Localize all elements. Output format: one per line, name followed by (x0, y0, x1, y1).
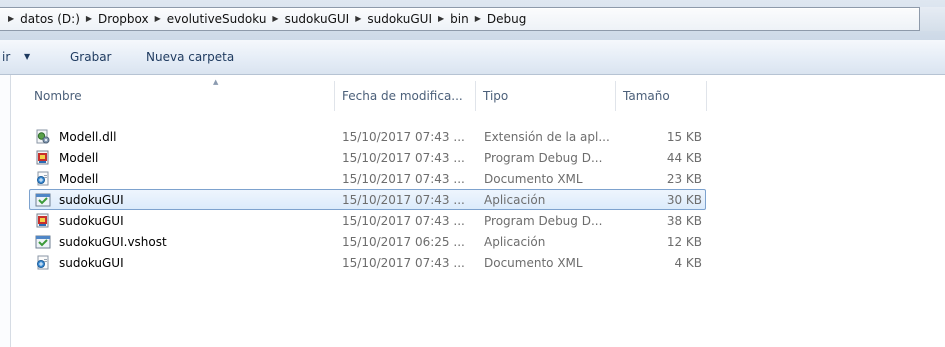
address-bar: ▶ datos (D:) ▶ Dropbox ▶ evolutiveSudoku… (0, 0, 945, 40)
file-size: 38 KB (666, 214, 702, 228)
file-row[interactable]: Modell.dll 15/10/2017 07:43 ... Extensión … (29, 126, 706, 147)
file-name: Modell.dll (59, 130, 117, 144)
column-divider[interactable] (475, 81, 476, 111)
chevron-right-icon[interactable]: ▶ (475, 14, 481, 23)
breadcrumb-item[interactable]: Debug (487, 12, 526, 26)
file-type: Aplicación (484, 235, 546, 249)
file-date: 15/10/2017 07:43 ... (342, 214, 465, 228)
file-type: Program Debug D... (484, 151, 603, 165)
file-name: sudokuGUI (59, 214, 124, 228)
chevron-right-icon[interactable]: ▶ (355, 14, 361, 23)
file-type: Program Debug D... (484, 214, 603, 228)
breadcrumb[interactable]: ▶ datos (D:) ▶ Dropbox ▶ evolutiveSudoku… (0, 7, 920, 31)
file-date: 15/10/2017 06:25 ... (342, 235, 465, 249)
pdb-icon (35, 213, 51, 229)
file-list[interactable]: ▲ Nombre Fecha de modifica... Tipo Tamañ… (0, 75, 945, 347)
file-size: 44 KB (666, 151, 702, 165)
file-date: 15/10/2017 07:43 ... (342, 151, 465, 165)
breadcrumb-item[interactable]: datos (D:) (20, 12, 80, 26)
file-date: 15/10/2017 07:43 ... (342, 193, 465, 207)
column-header-size[interactable]: Tamaño (623, 89, 670, 103)
exe-icon (35, 192, 51, 208)
file-type: Documento XML (484, 172, 583, 186)
file-name: Modell (59, 172, 99, 186)
file-row[interactable]: Modell 15/10/2017 07:43 ... Program Debug … (29, 147, 706, 168)
column-divider[interactable] (334, 81, 335, 111)
file-date: 15/10/2017 07:43 ... (342, 256, 465, 270)
file-size: 15 KB (666, 130, 702, 144)
exe-icon (35, 234, 51, 250)
column-divider[interactable] (706, 81, 707, 111)
column-header-type[interactable]: Tipo (483, 89, 508, 103)
organize-button[interactable]: ir (2, 50, 10, 64)
file-row[interactable]: sudokuGUI.vshost 15/10/2017 06:25 ... Apli… (29, 231, 706, 252)
file-size: 30 KB (666, 193, 702, 207)
file-row[interactable]: sudokuGUI 15/10/2017 07:43 ... Documento X… (29, 252, 706, 273)
address-bar-end (920, 7, 945, 31)
file-name: sudokuGUI (59, 193, 124, 207)
column-header-name[interactable]: Nombre (34, 89, 82, 103)
file-name: sudokuGUI.vshost (59, 235, 167, 249)
file-type: Aplicación (484, 193, 546, 207)
file-date: 15/10/2017 07:43 ... (342, 172, 465, 186)
file-size: 4 KB (674, 256, 702, 270)
file-row[interactable]: Modell 15/10/2017 07:43 ... Documento XML 2… (29, 168, 706, 189)
breadcrumb-item[interactable]: Dropbox (98, 12, 149, 26)
file-row[interactable]: sudokuGUI 15/10/2017 07:43 ... Program Deb… (29, 210, 706, 231)
xml-icon (35, 171, 51, 187)
file-row[interactable]: sudokuGUI 15/10/2017 07:43 ... Aplicación 3… (29, 189, 706, 210)
chevron-right-icon[interactable]: ▶ (272, 14, 278, 23)
column-header-date[interactable]: Fecha de modifica... (342, 89, 463, 103)
pdb-icon (35, 150, 51, 166)
column-divider[interactable] (615, 81, 616, 111)
chevron-right-icon[interactable]: ▶ (155, 14, 161, 23)
file-date: 15/10/2017 07:43 ... (342, 130, 465, 144)
column-header-row: ▲ Nombre Fecha de modifica... Tipo Tamañ… (14, 75, 945, 115)
breadcrumb-item[interactable]: sudokuGUI (367, 12, 432, 26)
file-name: sudokuGUI (59, 256, 124, 270)
chevron-right-icon[interactable]: ▶ (438, 14, 444, 23)
new-folder-button[interactable]: Nueva carpeta (146, 50, 234, 64)
sort-ascending-icon: ▲ (213, 78, 219, 86)
file-type: Documento XML (484, 256, 583, 270)
file-type: Extensión de la apl... (484, 130, 610, 144)
breadcrumb-item[interactable]: evolutiveSudoku (167, 12, 267, 26)
chevron-right-icon[interactable]: ▶ (86, 14, 92, 23)
xml-icon (35, 255, 51, 271)
chevron-down-icon[interactable]: ▼ (24, 52, 30, 61)
file-name: Modell (59, 151, 99, 165)
breadcrumb-item[interactable]: sudokuGUI (285, 12, 350, 26)
file-size: 12 KB (666, 235, 702, 249)
command-bar: ir ▼ Grabar Nueva carpeta (0, 40, 945, 75)
file-size: 23 KB (666, 172, 702, 186)
dll-icon (35, 129, 51, 145)
chevron-right-icon[interactable]: ▶ (8, 14, 14, 23)
burn-button[interactable]: Grabar (70, 50, 112, 64)
breadcrumb-item[interactable]: bin (450, 12, 469, 26)
